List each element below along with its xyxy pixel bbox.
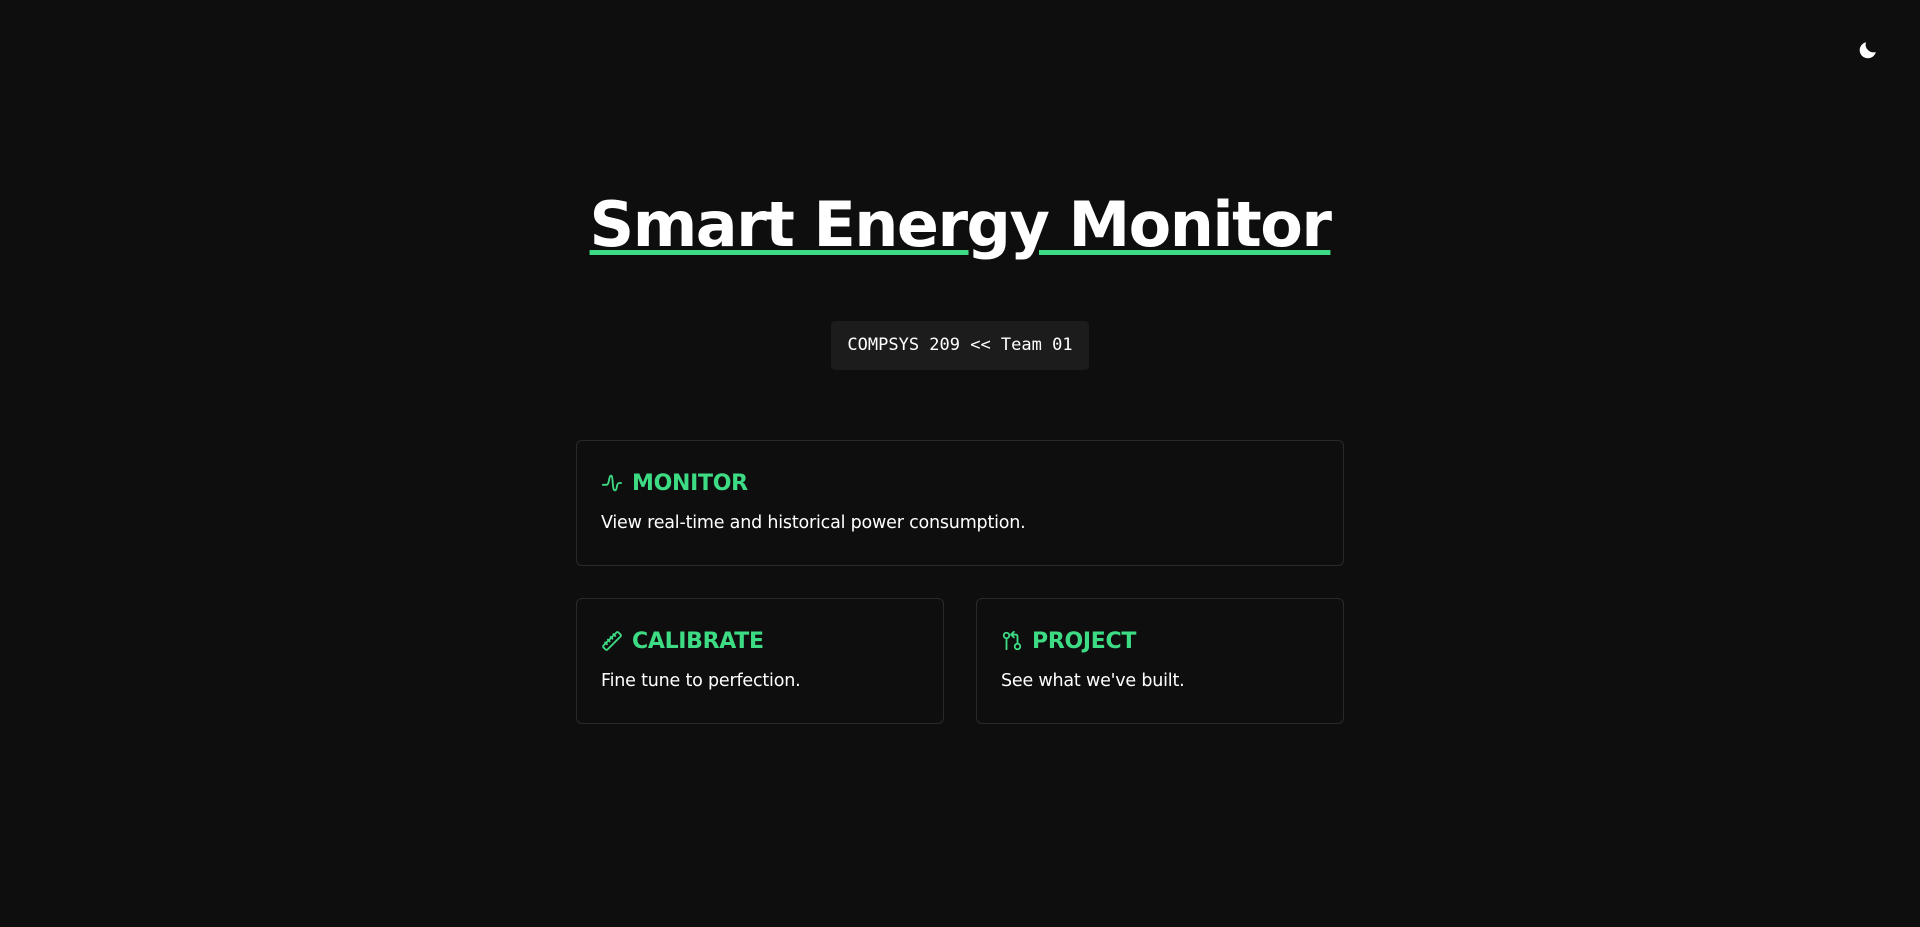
project-card[interactable]: PROJECT See what we've built. bbox=[976, 598, 1344, 724]
waveform-icon bbox=[601, 472, 623, 494]
monitor-card[interactable]: MONITOR View real-time and historical po… bbox=[576, 440, 1344, 566]
git-compare-icon bbox=[1001, 630, 1023, 652]
badge-wrap: COMPSYS 209 << Team 01 bbox=[0, 321, 1920, 370]
moon-icon bbox=[1857, 39, 1879, 65]
project-card-description: See what we've built. bbox=[1001, 671, 1185, 691]
ruler-icon bbox=[601, 630, 623, 652]
hero: Smart Energy Monitor bbox=[0, 184, 1920, 266]
monitor-card-header: MONITOR bbox=[601, 468, 1319, 498]
monitor-card-title: MONITOR bbox=[632, 470, 748, 496]
monitor-card-description: View real-time and historical power cons… bbox=[601, 513, 1026, 533]
calibrate-card-title: CALIBRATE bbox=[632, 628, 764, 654]
project-card-header: PROJECT bbox=[1001, 626, 1319, 656]
theme-toggle-button[interactable] bbox=[1856, 40, 1880, 64]
calibrate-card-description: Fine tune to perfection. bbox=[601, 671, 801, 691]
page-title: Smart Energy Monitor bbox=[589, 188, 1332, 261]
calibrate-card[interactable]: CALIBRATE Fine tune to perfection. bbox=[576, 598, 944, 724]
course-team-badge: COMPSYS 209 << Team 01 bbox=[831, 321, 1089, 370]
landing-page: Smart Energy Monitor COMPSYS 209 << Team… bbox=[0, 0, 1920, 927]
calibrate-card-header: CALIBRATE bbox=[601, 626, 919, 656]
project-card-title: PROJECT bbox=[1032, 628, 1137, 654]
